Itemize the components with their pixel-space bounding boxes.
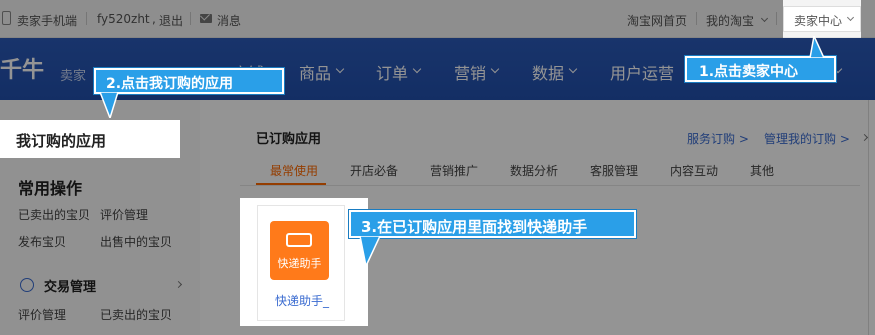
overlay: [0, 158, 240, 335]
seller-center-button[interactable]: 卖家中心: [783, 6, 861, 32]
sidebar-item-label: 我订购的应用: [16, 132, 107, 150]
callout-step-1: 1.点击卖家中心: [685, 56, 836, 82]
package-icon: [286, 233, 312, 247]
app-icon-text: 快递助手: [277, 257, 322, 270]
page: 卖家手机端 fy520zht , 退出 消息 淘宝网首页 我的淘宝 卖家中心 千…: [0, 0, 875, 335]
callout-step-2-text: 2.点击我订购的应用: [106, 76, 234, 92]
callout-step-1-text: 1.点击卖家中心: [699, 64, 799, 80]
express-assistant-app-icon[interactable]: 快递助手: [270, 221, 329, 280]
callout-step-3-text: 3.在已订购应用里面找到快递助手: [361, 218, 588, 236]
overlay: [240, 158, 875, 198]
chevron-down-icon: [846, 13, 855, 22]
callout-step-1-pointer: [809, 36, 825, 58]
overlay: [0, 0, 783, 38]
overlay: [240, 326, 368, 335]
callout-step-3-pointer: [359, 236, 381, 266]
callout-step-2: 2.点击我订购的应用: [94, 68, 284, 94]
express-assistant-app-name[interactable]: 快递助手_: [275, 292, 329, 309]
callout-step-2-pointer: [99, 92, 119, 118]
overlay: [861, 0, 875, 38]
sidebar-item-my-ordered-apps[interactable]: 我订购的应用: [0, 120, 180, 158]
callout-step-3: 3.在已订购应用里面找到快递助手: [349, 210, 636, 238]
seller-center-label: 卖家中心: [794, 14, 843, 28]
overlay: [180, 120, 875, 158]
